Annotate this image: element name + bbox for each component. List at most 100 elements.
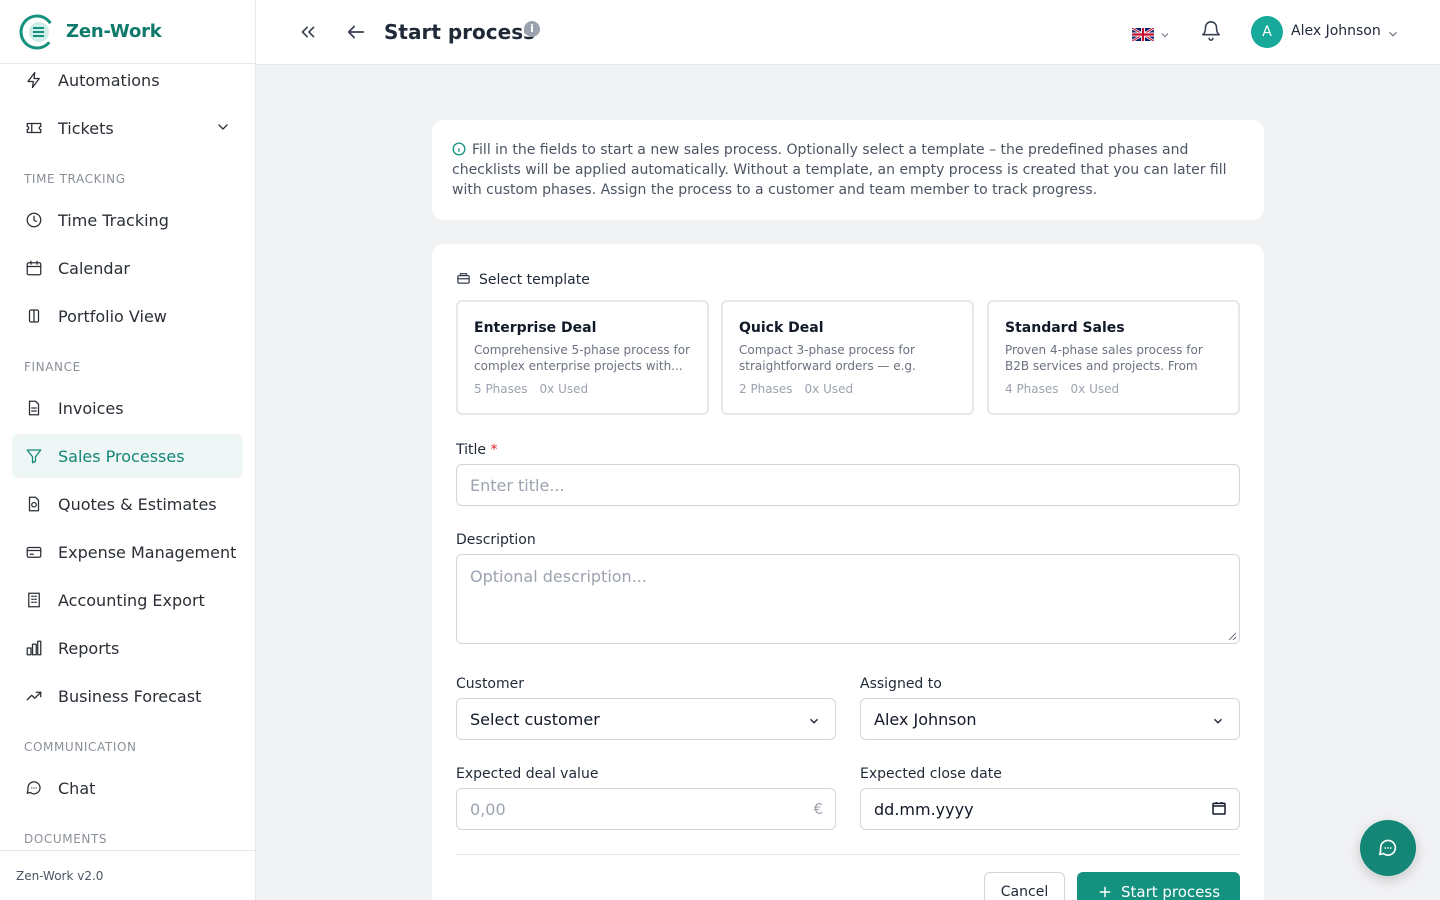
sidebar-item-calendar[interactable]: Calendar [12, 246, 243, 290]
sidebar-item-expense-management[interactable]: Expense Management [12, 530, 243, 574]
sidebar-item-accounting-export[interactable]: Accounting Export [12, 578, 243, 622]
info-text: Fill in the fields to start a new sales … [452, 142, 1227, 198]
calendar-picker-icon[interactable] [1211, 800, 1227, 820]
template-card-quick-deal[interactable]: Quick Deal Compact 3-phase process for s… [721, 300, 974, 415]
sidebar-item-label: Sales Processes [58, 446, 185, 466]
resize-handle-icon[interactable] [1228, 632, 1236, 640]
template-meta: 5 Phases 0x Used [474, 382, 691, 396]
cancel-button[interactable]: Cancel [984, 872, 1065, 900]
assigned-select[interactable]: Alex Johnson [860, 698, 1240, 740]
chevron-down-icon [807, 713, 821, 732]
currency-suffix: € [813, 800, 823, 818]
page-title: Start process [384, 20, 535, 44]
logo-icon [18, 13, 56, 51]
template-used: 0x Used [1070, 382, 1120, 396]
template-used: 0x Used [804, 382, 854, 396]
close-date-label: Expected close date [860, 766, 1002, 782]
template-icon [456, 270, 471, 289]
bar-chart-icon [24, 638, 44, 658]
quote-icon [24, 494, 44, 514]
title-input[interactable]: Enter title... [456, 464, 1240, 506]
bell-icon[interactable] [1200, 20, 1222, 46]
chevron-down-icon[interactable] [215, 119, 231, 139]
credit-card-icon [24, 542, 44, 562]
sidebar-item-label: Quotes & Estimates [58, 494, 217, 514]
template-phases: 2 Phases [739, 382, 793, 396]
document-icon [24, 398, 44, 418]
chevron-down-icon [1211, 713, 1225, 732]
sidebar-item-portfolio-view[interactable]: Portfolio View [12, 294, 243, 338]
sidebar-item-automations[interactable]: Automations [12, 64, 243, 102]
description-placeholder: Optional description... [470, 567, 647, 586]
sidebar-item-sales-processes[interactable]: Sales Processes [12, 434, 243, 478]
assigned-label: Assigned to [860, 676, 942, 692]
template-description: Proven 4-phase sales process for B2B ser… [1005, 343, 1203, 373]
sidebar-item-quotes-estimates[interactable]: Quotes & Estimates [12, 482, 243, 526]
top-header: Start process i A Alex Johnson [256, 0, 1440, 65]
template-name: Standard Sales [1005, 320, 1125, 336]
template-meta: 4 Phases 0x Used [1005, 382, 1222, 396]
bolt-icon [24, 70, 44, 90]
logo[interactable]: Zen-Work [0, 0, 255, 64]
close-date-placeholder: dd.mm.yyyy [874, 799, 974, 819]
template-card-enterprise-deal[interactable]: Enterprise Deal Comprehensive 5-phase pr… [456, 300, 709, 415]
template-card-standard-sales[interactable]: Standard Sales Proven 4-phase sales proc… [987, 300, 1240, 415]
calendar-icon [24, 258, 44, 278]
section-label-communication: COMMUNICATION [24, 740, 137, 754]
info-icon[interactable]: i [524, 21, 540, 37]
sidebar-item-tickets[interactable]: Tickets [12, 106, 243, 150]
sidebar-item-business-forecast[interactable]: Business Forecast [12, 674, 243, 718]
template-meta: 2 Phases 0x Used [739, 382, 956, 396]
sidebar-item-label: Time Tracking [58, 210, 169, 230]
description-label: Description [456, 532, 536, 548]
sidebar-item-label: Tickets [58, 118, 114, 138]
deal-value-label: Expected deal value [456, 766, 599, 782]
form-divider [456, 854, 1240, 855]
avatar[interactable]: A [1251, 16, 1283, 48]
app-name: Zen-Work [66, 21, 162, 42]
customer-select[interactable]: Select customer [456, 698, 836, 740]
start-process-label: Start process [1120, 883, 1221, 900]
plus-icon [1099, 886, 1111, 898]
sidebar-item-reports[interactable]: Reports [12, 626, 243, 670]
back-arrow-icon[interactable] [344, 20, 368, 44]
funnel-icon [24, 446, 44, 466]
sidebar: Zen-Work Automations Tickets TIME TRACKI… [0, 0, 256, 900]
sidebar-item-label: Expense Management [58, 542, 237, 562]
customer-label: Customer [456, 676, 525, 692]
start-process-form: Select template Enterprise Deal Comprehe… [432, 244, 1264, 900]
sidebar-item-label: Accounting Export [58, 590, 205, 610]
template-description: Comprehensive 5-phase process for comple… [474, 343, 690, 373]
sidebar-item-invoices[interactable]: Invoices [12, 386, 243, 430]
user-name[interactable]: Alex Johnson [1291, 23, 1381, 39]
chat-bubble-icon [24, 778, 44, 798]
uk-flag-icon[interactable] [1131, 26, 1155, 43]
section-label-documents: DOCUMENTS [24, 832, 108, 846]
title-label-text: Title [456, 442, 487, 458]
sidebar-item-label: Calendar [58, 258, 130, 278]
trend-up-icon [24, 686, 44, 706]
template-name: Enterprise Deal [474, 320, 597, 336]
sidebar-nav: Automations Tickets TIME TRACKING Time T… [0, 64, 255, 850]
section-label-finance: FINANCE [24, 360, 81, 374]
chat-fab-button[interactable] [1360, 820, 1416, 876]
ticket-icon [24, 118, 44, 138]
info-circle-icon [452, 142, 466, 156]
template-section-label: Select template [456, 270, 590, 289]
sidebar-item-time-tracking[interactable]: Time Tracking [12, 198, 243, 242]
deal-value-input[interactable]: 0,00 € [456, 788, 836, 830]
start-process-button[interactable]: Start process [1077, 872, 1240, 900]
collapse-sidebar-icon[interactable] [296, 20, 320, 44]
language-chevron-down-icon[interactable] [1159, 26, 1171, 45]
sidebar-item-label: Automations [58, 70, 160, 90]
template-used: 0x Used [539, 382, 589, 396]
template-phases: 5 Phases [474, 382, 528, 396]
sidebar-item-chat[interactable]: Chat [12, 766, 243, 810]
description-textarea[interactable]: Optional description... [456, 554, 1240, 644]
user-menu-chevron-down-icon[interactable] [1386, 26, 1400, 45]
sidebar-item-label: Chat [58, 778, 96, 798]
info-banner: Fill in the fields to start a new sales … [432, 120, 1264, 220]
close-date-input[interactable]: dd.mm.yyyy [860, 788, 1240, 830]
customer-select-value: Select customer [470, 709, 600, 729]
sidebar-item-label: Business Forecast [58, 686, 202, 706]
